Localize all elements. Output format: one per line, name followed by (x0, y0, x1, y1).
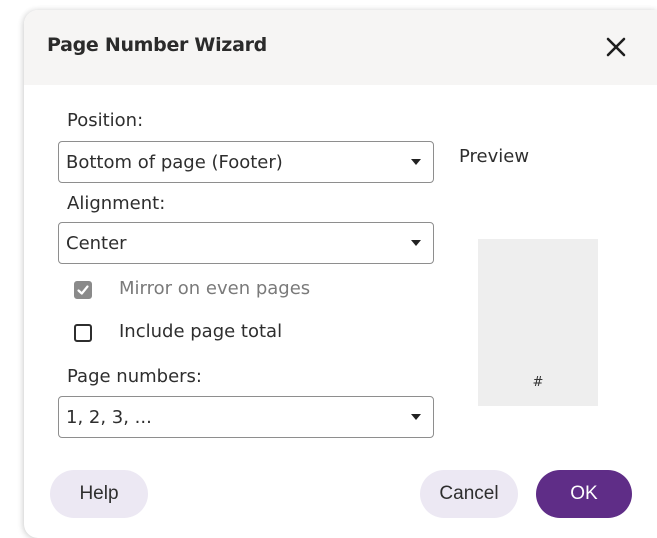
include-page-total-checkbox-row[interactable]: Include page total (74, 320, 394, 348)
cancel-button[interactable]: Cancel (420, 470, 518, 518)
dialog-title: Page Number Wizard (47, 34, 267, 56)
chevron-down-icon (411, 240, 421, 246)
page-numbers-selected-value: 1, 2, 3, ... (66, 407, 152, 428)
mirror-even-pages-checkbox[interactable] (74, 281, 92, 299)
include-page-total-checkbox[interactable] (74, 324, 92, 342)
alignment-dropdown[interactable]: Center (58, 222, 434, 264)
page-number-wizard-dialog: Page Number Wizard Position: Bottom of p… (24, 10, 657, 538)
preview-page-number-placeholder: # (532, 375, 544, 390)
close-icon (606, 37, 626, 57)
ok-button[interactable]: OK (536, 470, 632, 518)
alignment-label: Alignment: (67, 193, 166, 214)
position-selected-value: Bottom of page (Footer) (66, 152, 283, 173)
chevron-down-icon (411, 159, 421, 165)
alignment-selected-value: Center (66, 233, 127, 254)
mirror-even-pages-label: Mirror on even pages (119, 278, 311, 299)
mirror-even-pages-checkbox-row[interactable]: Mirror on even pages (74, 277, 394, 305)
page-numbers-label: Page numbers: (67, 366, 202, 387)
page-numbers-dropdown[interactable]: 1, 2, 3, ... (58, 396, 434, 438)
preview-page: # (478, 239, 598, 406)
dialog-titlebar: Page Number Wizard (24, 10, 657, 85)
close-button[interactable] (600, 31, 632, 63)
position-label: Position: (67, 110, 144, 131)
help-button[interactable]: Help (50, 470, 148, 518)
position-dropdown[interactable]: Bottom of page (Footer) (58, 141, 434, 183)
checkmark-icon (77, 285, 89, 295)
preview-label: Preview (459, 146, 530, 167)
chevron-down-icon (411, 414, 421, 420)
include-page-total-label: Include page total (119, 321, 283, 342)
